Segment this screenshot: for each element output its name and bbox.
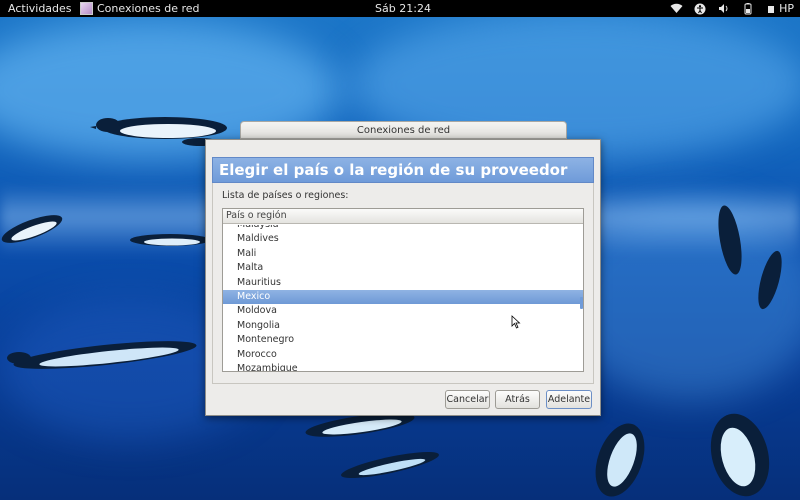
column-header-country[interactable]: País o región xyxy=(223,209,583,224)
dialog-heading: Elegir el país o la región de su proveed… xyxy=(219,161,568,179)
scrollbar[interactable] xyxy=(580,225,583,371)
mouse-cursor-icon xyxy=(511,315,521,329)
list-item[interactable]: Mongolia xyxy=(223,319,583,333)
parent-window-title: Conexiones de red xyxy=(356,125,451,136)
activities-button[interactable]: Actividades xyxy=(8,0,72,17)
accessibility-icon[interactable] xyxy=(693,2,707,16)
list-item[interactable]: Malta xyxy=(223,261,583,275)
list-label: Lista de países o regiones: xyxy=(222,190,349,201)
desktop: Actividades Conexiones de red Sáb 21:24 … xyxy=(0,0,800,500)
volume-icon[interactable] xyxy=(717,2,731,16)
clock[interactable]: Sáb 21:24 xyxy=(373,0,433,17)
list-item[interactable]: Mauritius xyxy=(223,276,583,290)
battery-icon[interactable] xyxy=(741,2,755,16)
list-item[interactable]: Mali xyxy=(223,247,583,261)
cancel-button[interactable]: Cancelar xyxy=(445,390,490,409)
penguin-illustration xyxy=(7,341,197,369)
status-area: HP xyxy=(659,0,794,17)
network-wireless-icon[interactable] xyxy=(669,2,683,16)
app-menu-label: Conexiones de red xyxy=(97,2,200,15)
list-item[interactable]: Maldives xyxy=(223,232,583,246)
next-button[interactable]: Adelante xyxy=(546,390,592,409)
country-list[interactable]: País o región MalaysiaMaldivesMaliMaltaM… xyxy=(222,208,584,372)
assistant-dialog: Elegir el país o la región de su proveed… xyxy=(205,139,601,416)
list-item[interactable]: Morocco xyxy=(223,348,583,362)
back-button[interactable]: Atrás xyxy=(495,390,540,409)
scrollbar-thumb[interactable] xyxy=(580,297,583,309)
list-item[interactable]: Montenegro xyxy=(223,333,583,347)
dialog-header: Elegir el país o la región de su proveed… xyxy=(212,157,594,183)
list-item[interactable]: Malaysia xyxy=(223,225,583,232)
parent-window-titlebar[interactable]: Conexiones de red xyxy=(240,121,567,139)
user-icon[interactable] xyxy=(767,2,775,16)
user-menu[interactable]: HP xyxy=(779,0,794,17)
app-icon xyxy=(80,2,93,15)
top-panel: Actividades Conexiones de red Sáb 21:24 … xyxy=(0,0,800,17)
list-item[interactable]: Moldova xyxy=(223,304,583,318)
app-menu[interactable]: Conexiones de red xyxy=(80,0,200,17)
list-item[interactable]: Mozambique xyxy=(223,362,583,371)
country-list-rows: MalaysiaMaldivesMaliMaltaMauritiusMexico… xyxy=(223,225,583,371)
list-item[interactable]: Mexico xyxy=(223,289,583,305)
